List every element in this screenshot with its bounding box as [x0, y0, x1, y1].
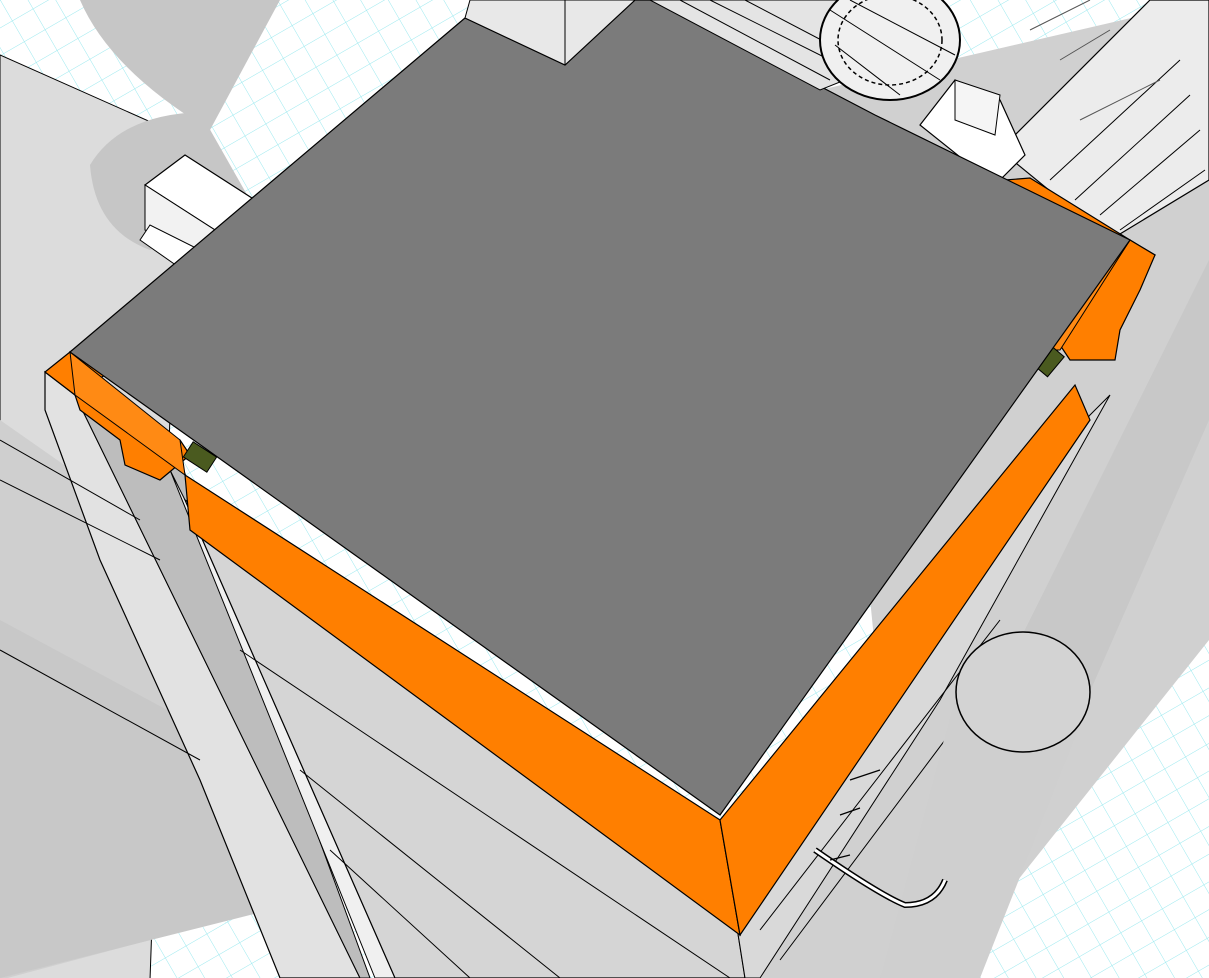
3d-model-viewport[interactable]	[0, 0, 1209, 978]
model-canvas[interactable]	[0, 0, 1209, 978]
